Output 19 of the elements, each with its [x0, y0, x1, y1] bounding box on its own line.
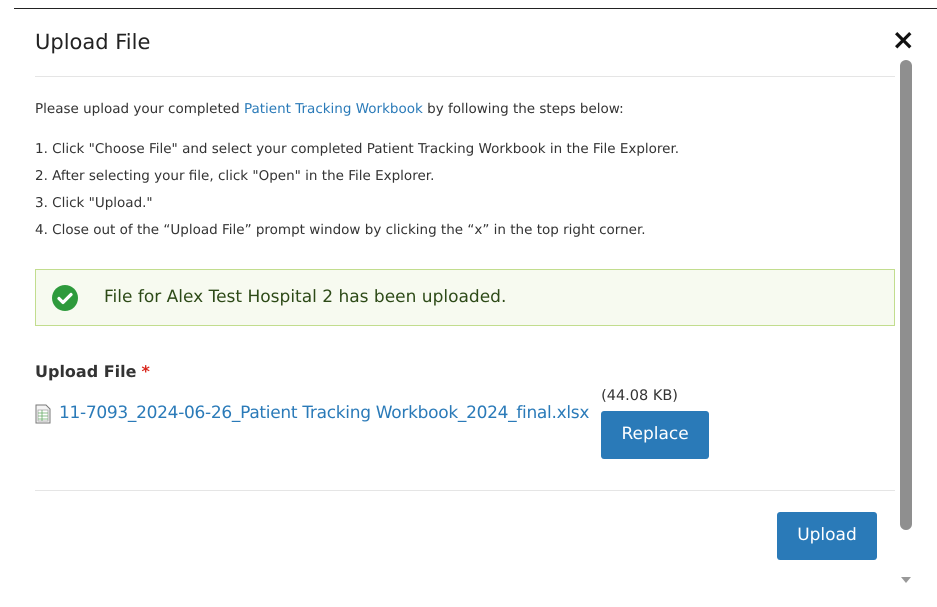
dialog-title: Upload File: [35, 29, 150, 56]
scroll-down-icon[interactable]: [901, 577, 911, 583]
alert-message: File for Alex Test Hospital 2 has been uploaded.: [104, 286, 506, 309]
file-link[interactable]: 11-7093_2024-06-26_Patient Tracking Workbook_2024_final.xlsx: [59, 401, 590, 426]
scrollbar[interactable]: [900, 60, 912, 530]
upload-button[interactable]: Upload: [777, 512, 877, 560]
step-text: 2. After selecting your file, click "Open" in the File Explorer.: [35, 167, 436, 186]
step-text: 3. Click "Upload.": [35, 194, 154, 213]
file-size: (44.08 KB): [601, 387, 678, 405]
close-button[interactable]: ×: [892, 26, 915, 54]
workbook-link[interactable]: Patient Tracking Workbook: [244, 101, 423, 117]
spreadsheet-file-icon: [35, 404, 51, 424]
step-text: 1. Click "Choose File" and select your completed Patient Tracking Workbook in the File Explorer.: [35, 140, 680, 159]
step-text: 4. Close out of the “Upload File” prompt window by clicking the “x” in the top right corner.: [35, 221, 647, 240]
field-label: Upload File: [35, 361, 136, 383]
check-circle-icon: [52, 284, 78, 310]
replace-button[interactable]: Replace: [601, 411, 710, 459]
required-mark: *: [142, 361, 150, 383]
instructions-text: Please upload your completed Patient Tracking Workbook by following the steps below:: [35, 100, 625, 119]
